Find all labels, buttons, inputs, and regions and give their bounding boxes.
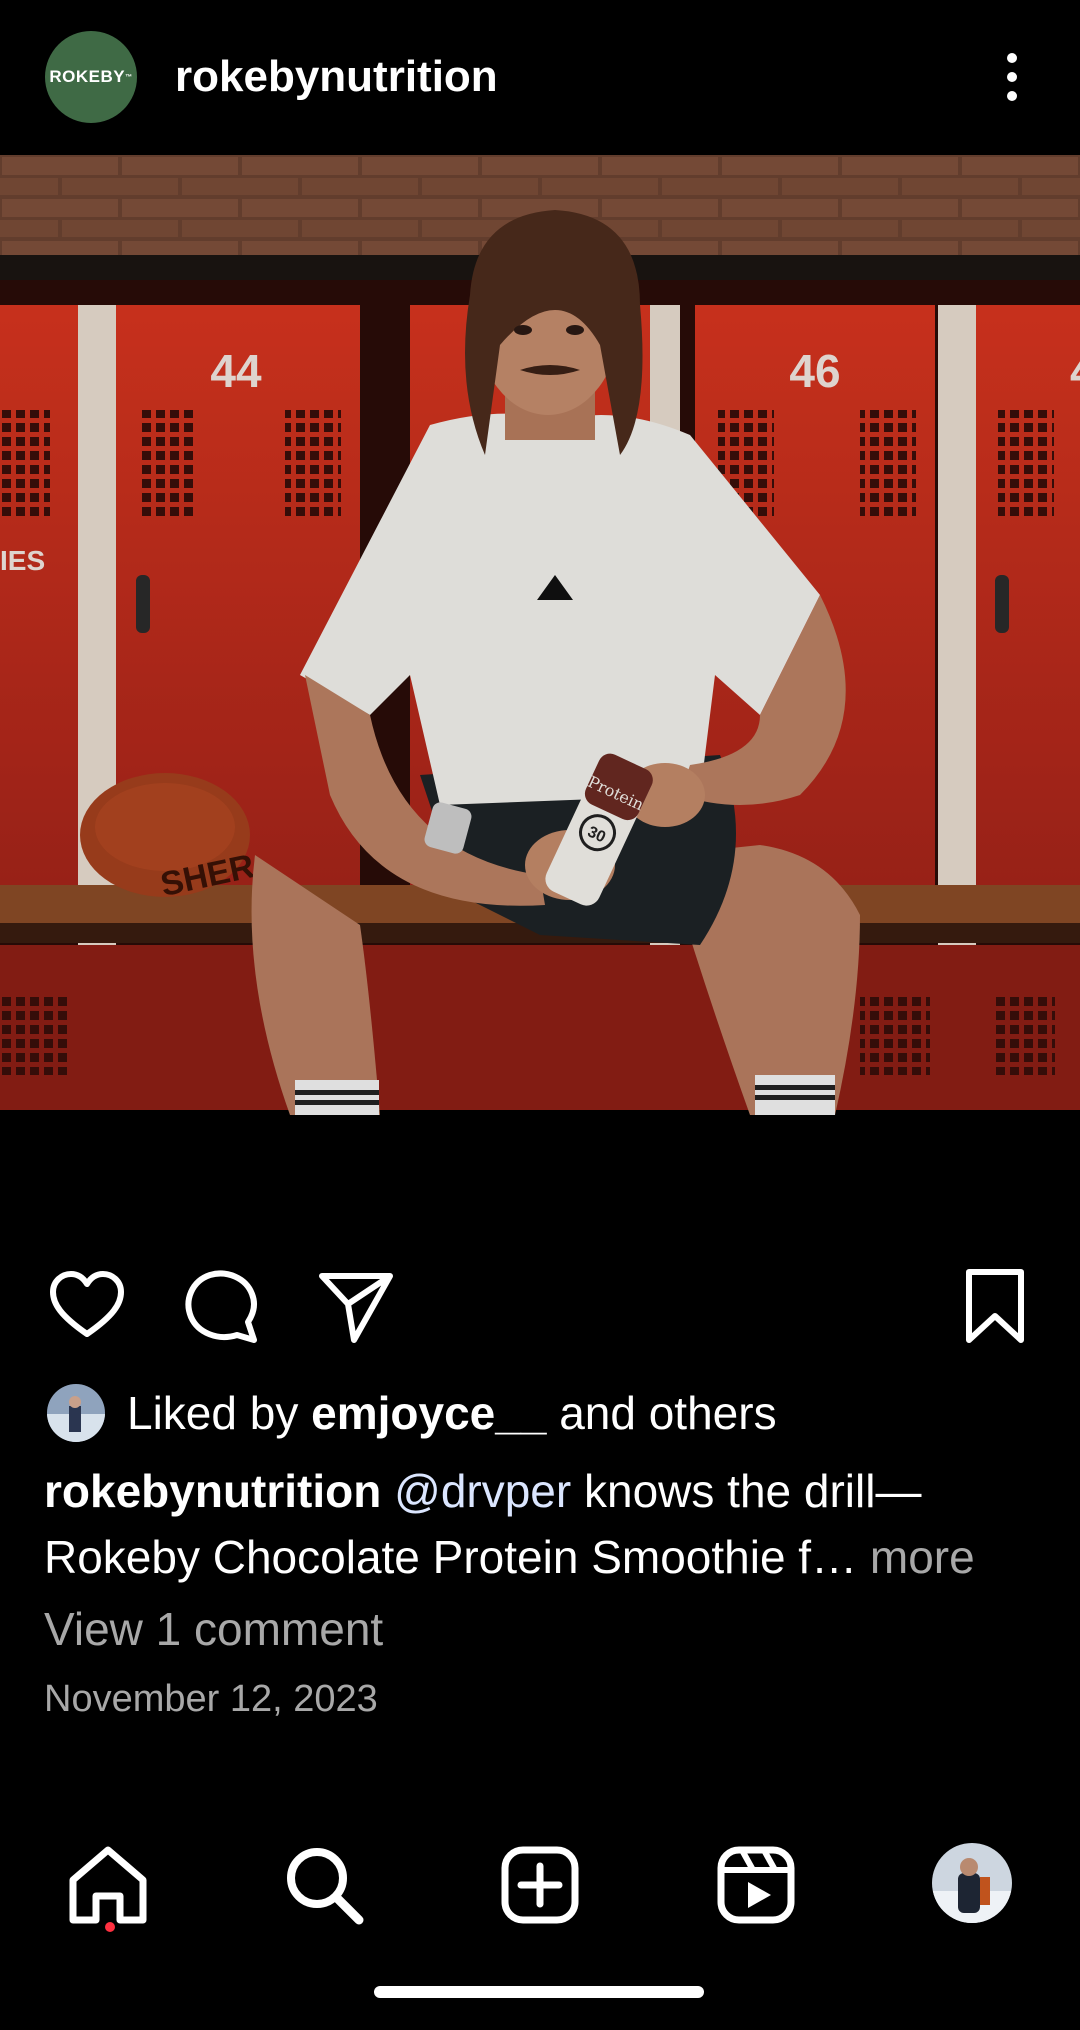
bottom-nav xyxy=(0,1830,1080,1940)
heart-icon[interactable] xyxy=(47,1266,127,1346)
caption-text-line2: Rokeby Chocolate Protein Smoothie f… xyxy=(44,1531,858,1583)
bookmark-icon[interactable] xyxy=(955,1266,1035,1346)
account-avatar[interactable]: ROKEBY ™ xyxy=(45,31,137,123)
caption-more-link[interactable]: more xyxy=(870,1531,975,1583)
post-image[interactable]: 44 46 4 IES SHER xyxy=(0,155,1080,1235)
home-indicator[interactable] xyxy=(374,1986,704,1998)
post-actions xyxy=(0,1260,1080,1350)
caption-text: knows the drill— xyxy=(584,1465,922,1517)
likes-row[interactable]: Liked by emjoyce__ and others xyxy=(47,1382,777,1444)
likes-suffix[interactable]: and others xyxy=(559,1387,776,1439)
post-header: ROKEBY ™ rokebynutrition xyxy=(0,0,1080,155)
create-icon[interactable] xyxy=(495,1840,585,1930)
view-comments-link[interactable]: View 1 comment xyxy=(44,1598,383,1660)
likes-prefix: Liked by xyxy=(127,1387,299,1439)
search-icon[interactable] xyxy=(279,1840,369,1930)
profile-avatar[interactable] xyxy=(932,1843,1012,1923)
avatar-logo-text: ROKEBY xyxy=(49,67,126,86)
notification-dot xyxy=(105,1922,115,1932)
liker-avatar xyxy=(47,1384,105,1442)
reels-icon[interactable] xyxy=(711,1840,801,1930)
caption-username[interactable]: rokebynutrition xyxy=(44,1465,381,1517)
post-date: November 12, 2023 xyxy=(44,1678,378,1720)
liker-username[interactable]: emjoyce__ xyxy=(311,1387,546,1439)
caption-mention[interactable]: @drvper xyxy=(394,1465,571,1517)
post-photo-illustration: 44 46 4 IES SHER xyxy=(0,155,1080,1235)
more-vertical-icon[interactable] xyxy=(990,48,1034,108)
home-icon[interactable] xyxy=(63,1840,153,1930)
account-username[interactable]: rokebynutrition xyxy=(175,50,498,104)
post-caption: rokebynutrition @drvper knows the drill—… xyxy=(44,1458,1054,1590)
comment-icon[interactable] xyxy=(182,1266,262,1346)
share-icon[interactable] xyxy=(316,1266,396,1346)
